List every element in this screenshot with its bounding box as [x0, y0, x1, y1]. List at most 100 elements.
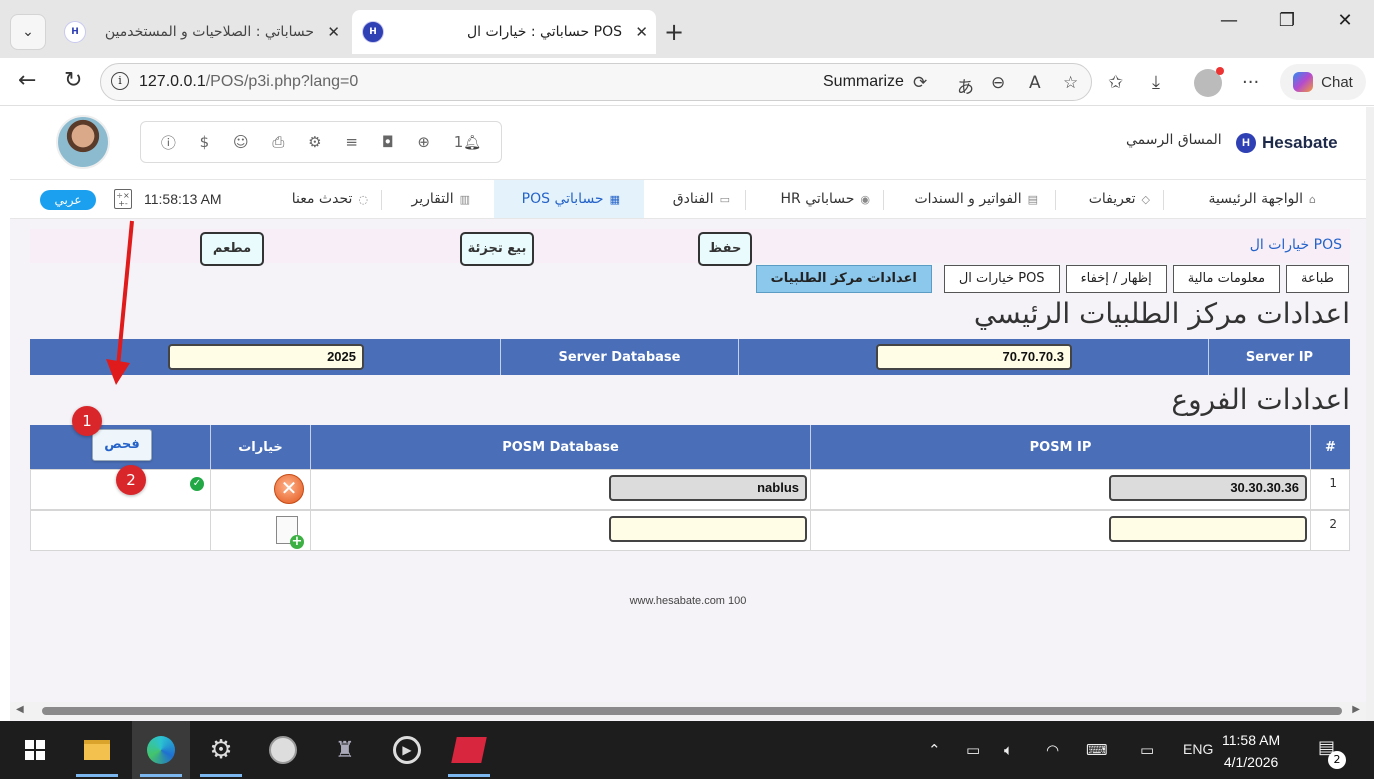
close-icon[interactable]: ✕: [327, 23, 340, 41]
start-button[interactable]: [6, 721, 64, 779]
server-ip-label: Server IP: [1208, 339, 1350, 375]
delete-icon[interactable]: ✕: [274, 474, 304, 504]
users-icon[interactable]: ☺: [233, 133, 249, 151]
favorite-star-icon[interactable]: ☆: [1063, 73, 1078, 93]
notifications-bell-icon[interactable]: 1🔔︎: [454, 133, 481, 151]
address-bar[interactable]: i 127.0.0.1/POS/p3i.php?lang=0 Summarize…: [100, 63, 1092, 101]
browser-toolbar: ← ↻ i 127.0.0.1/POS/p3i.php?lang=0 Summa…: [0, 58, 1374, 106]
taskbar-clock-app[interactable]: [254, 721, 312, 779]
subtab-print[interactable]: طباعة: [1286, 265, 1349, 293]
scroll-left-arrow-icon[interactable]: ◀: [16, 704, 24, 715]
add-circle-icon[interactable]: ⊕: [417, 133, 430, 151]
summarize-button[interactable]: Summarize: [823, 73, 904, 91]
downloads-icon[interactable]: ⤓: [1152, 72, 1160, 93]
save-button[interactable]: حفظ: [698, 232, 752, 266]
user-avatar[interactable]: [56, 115, 110, 169]
taskbar-edge[interactable]: [132, 721, 190, 779]
menu-item-invoices[interactable]: ▤ الفواتير و السندات: [914, 180, 1038, 218]
calculator-icon[interactable]: ÷× +-: [114, 189, 132, 209]
posm-database-input[interactable]: [609, 516, 807, 542]
posm-ip-input[interactable]: [1109, 516, 1307, 542]
posm-ip-input[interactable]: 30.30.30.36: [1109, 475, 1307, 501]
zoom-out-icon[interactable]: ⊖: [991, 73, 1005, 93]
more-options-icon[interactable]: ···: [1242, 72, 1259, 93]
read-aloud-icon[interactable]: A: [1029, 73, 1041, 93]
branches-settings-title: اعدادات الفروع: [1171, 383, 1350, 416]
menu-item-pos[interactable]: ▦ حساباتي POS: [494, 180, 644, 218]
brand-logo[interactable]: H Hesabate: [1236, 133, 1338, 153]
vertical-scrollbar[interactable]: [1366, 107, 1374, 721]
restore-icon[interactable]: ❐: [1258, 10, 1316, 31]
server-ip-input[interactable]: 70.70.70.3: [876, 344, 1072, 370]
pos-icon: ▦: [609, 192, 620, 206]
scrollbar-thumb[interactable]: [42, 707, 1342, 715]
printer-icon[interactable]: ⎙: [272, 133, 284, 151]
menu-item-definitions[interactable]: ◇ تعريفات: [1089, 180, 1150, 218]
connection-ok-check-icon: ✓: [190, 477, 204, 491]
menu-item-reports[interactable]: ▥ التقارير: [411, 180, 470, 218]
add-row-icon[interactable]: [276, 516, 304, 549]
system-clock[interactable]: 11:58 AM 4/1/2026: [1222, 729, 1280, 773]
content-header: خيارات ال POS حفظ بيع تجزئة مطعم: [30, 229, 1350, 266]
pos-options-content: خيارات ال POS حفظ بيع تجزئة مطعم طباعة م…: [30, 220, 1350, 579]
server-database-input[interactable]: 2025: [168, 344, 364, 370]
browser-tab-pos-options[interactable]: H حساباتي : خيارات ال POS ✕: [352, 10, 656, 54]
edge-browser-icon: [147, 736, 175, 764]
clock: 11:58:13 AM: [144, 191, 222, 207]
hesabate-favicon-icon: H: [64, 21, 86, 43]
back-arrow-icon[interactable]: ←: [18, 68, 36, 93]
new-tab-button[interactable]: +: [664, 20, 684, 44]
retail-sale-button[interactable]: بيع تجزئة: [460, 232, 534, 266]
main-menu: ⌂ الواجهة الرئيسية ◇ تعريفات ▤ الفواتير و ا…: [10, 179, 1366, 219]
language-toggle-button[interactable]: عربي: [40, 190, 96, 210]
browser-tab-users[interactable]: H حساباتي : الصلاحيات و المستخدمين ✕: [58, 10, 348, 54]
chevron-up-icon[interactable]: ⌃: [928, 741, 941, 759]
col-posm-ip: POSM IP: [810, 425, 1310, 469]
translate-icon[interactable]: あ: [957, 73, 974, 98]
taskbar-app-red[interactable]: [440, 721, 498, 779]
money-bag-icon[interactable]: $: [200, 133, 210, 151]
menu-item-hr[interactable]: ◉ حساباتي HR: [781, 180, 870, 218]
windows-taskbar: ⚙ ♜ ▶ ⌃ ▭ 🔈︎ ◠ ⌨ ▭ ENG 11:58 AM 4/1/2026…: [0, 721, 1374, 779]
profile-avatar[interactable]: [1194, 67, 1224, 97]
close-icon[interactable]: ✕: [635, 23, 648, 41]
subtab-financial-info[interactable]: معلومات مالية: [1172, 265, 1281, 293]
subtab-show-hide[interactable]: إظهار / إخفاء: [1065, 265, 1167, 293]
menu-item-hotels[interactable]: ▭ الفنادق: [673, 180, 730, 218]
taskbar-file-explorer[interactable]: [68, 721, 126, 779]
app-red-icon: [451, 737, 487, 763]
android-icon[interactable]: ◘: [382, 133, 394, 151]
battery-icon[interactable]: ▭: [966, 741, 980, 759]
menu-item-home[interactable]: ⌂ الواجهة الرئيسية: [1208, 180, 1316, 218]
taskbar-app-robot[interactable]: ♜: [316, 721, 374, 779]
copilot-chat-button[interactable]: Chat: [1280, 64, 1366, 100]
window-close-icon[interactable]: ✕: [1316, 10, 1374, 31]
scroll-right-arrow-icon[interactable]: ▶: [1352, 704, 1360, 715]
subtab-pos-options[interactable]: خيارات ال POS: [943, 265, 1060, 293]
hotel-icon: ▭: [719, 192, 730, 206]
site-info-icon[interactable]: i: [111, 72, 129, 90]
volume-icon[interactable]: 🔈︎: [1004, 741, 1013, 759]
taskbar-media-player[interactable]: ▶: [378, 721, 436, 779]
tablet-icon[interactable]: ▭: [1140, 741, 1154, 759]
menu-item-chat[interactable]: ◌ تحدث معنا: [292, 180, 368, 218]
restaurant-button[interactable]: مطعم: [200, 232, 264, 266]
favorites-list-icon[interactable]: ✩: [1108, 72, 1123, 93]
subtab-order-center-settings[interactable]: اعدادات مركز الطلبيات: [755, 265, 932, 293]
refresh-icon[interactable]: ↻: [64, 68, 82, 93]
tab-actions-button[interactable]: ⌄: [10, 14, 46, 50]
posm-database-input[interactable]: nablus: [609, 475, 807, 501]
database-icon[interactable]: ≡: [345, 133, 358, 151]
horizontal-scrollbar[interactable]: ◀ ▶: [10, 702, 1366, 720]
wifi-icon[interactable]: ◠: [1046, 741, 1059, 759]
taskbar-settings-app[interactable]: ⚙: [192, 721, 250, 779]
page-title[interactable]: خيارات ال POS: [1250, 237, 1342, 253]
check-button[interactable]: فحص: [92, 429, 152, 461]
minimize-icon[interactable]: —: [1200, 10, 1258, 31]
input-language[interactable]: ENG: [1183, 741, 1213, 757]
home-icon: ⌂: [1309, 192, 1316, 206]
hesabate-favicon-icon: H: [362, 21, 384, 43]
settings-gear-icon[interactable]: ⚙: [308, 133, 321, 151]
info-icon[interactable]: ⓘ: [161, 132, 176, 153]
keyboard-icon[interactable]: ⌨: [1086, 741, 1108, 759]
